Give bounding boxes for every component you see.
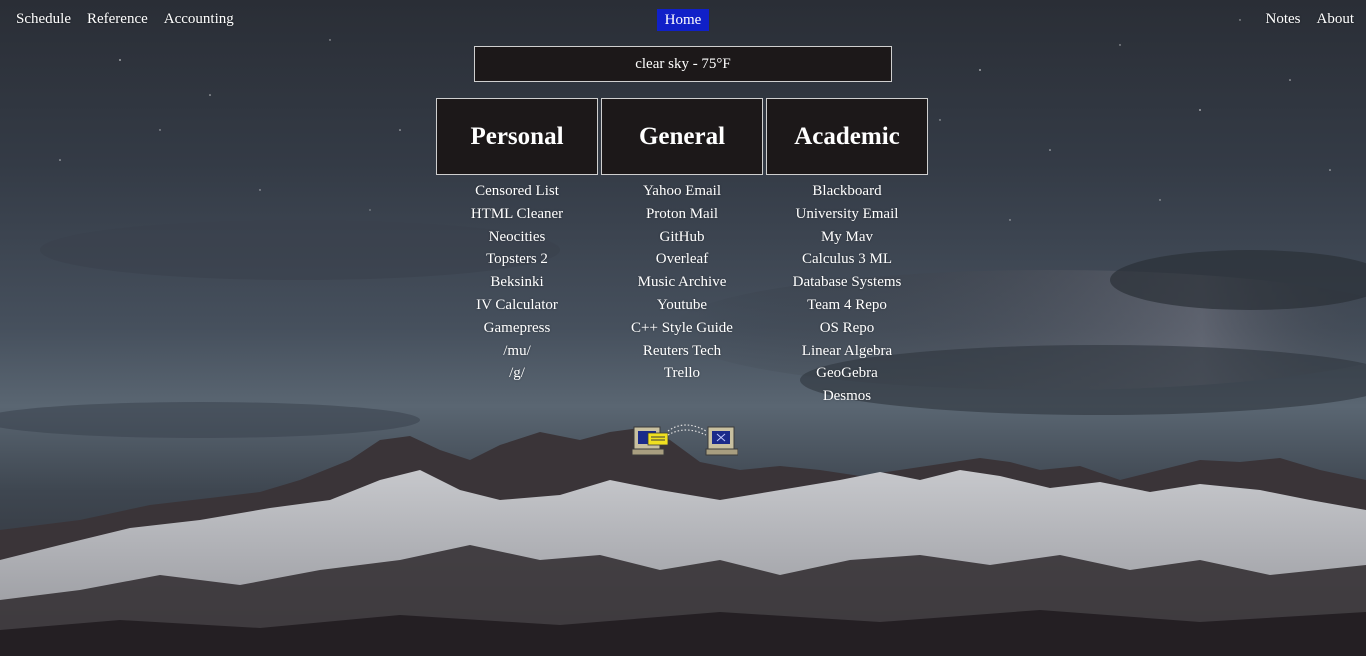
link-music-archive[interactable]: Music Archive <box>638 271 727 294</box>
link-html-cleaner[interactable]: HTML Cleaner <box>471 203 563 226</box>
column-links-academic: Blackboard University Email My Mav Calcu… <box>793 180 902 408</box>
link-blackboard[interactable]: Blackboard <box>812 180 881 203</box>
link-university-email[interactable]: University Email <box>796 203 899 226</box>
link-github[interactable]: GitHub <box>659 226 704 249</box>
column-general: General Yahoo Email Proton Mail GitHub O… <box>601 98 763 408</box>
link-iv-calculator[interactable]: IV Calculator <box>476 294 558 317</box>
link-neocities[interactable]: Neocities <box>489 226 546 249</box>
home-button[interactable]: Home <box>657 9 709 31</box>
link-overleaf[interactable]: Overleaf <box>656 248 708 271</box>
weather-display: clear sky - 75°F <box>474 46 892 82</box>
link-gamepress[interactable]: Gamepress <box>484 317 551 340</box>
nav-link-about[interactable]: About <box>1317 11 1355 28</box>
link-beksinki[interactable]: Beksinki <box>490 271 543 294</box>
link-my-mav[interactable]: My Mav <box>821 226 873 249</box>
column-header-general: General <box>601 98 763 175</box>
link-cpp-style-guide[interactable]: C++ Style Guide <box>631 317 733 340</box>
nav-link-accounting[interactable]: Accounting <box>164 11 234 28</box>
nav-left: Schedule Reference Accounting <box>16 11 234 28</box>
column-header-personal: Personal <box>436 98 598 175</box>
link-g[interactable]: /g/ <box>509 362 525 385</box>
link-calculus-3-ml[interactable]: Calculus 3 ML <box>802 248 892 271</box>
link-topsters-2[interactable]: Topsters 2 <box>486 248 548 271</box>
link-reuters-tech[interactable]: Reuters Tech <box>643 340 721 363</box>
column-academic: Academic Blackboard University Email My … <box>766 98 928 408</box>
nav-link-schedule[interactable]: Schedule <box>16 11 71 28</box>
link-columns: Personal Censored List HTML Cleaner Neoc… <box>436 98 928 408</box>
link-linear-algebra[interactable]: Linear Algebra <box>802 340 892 363</box>
link-yahoo-email[interactable]: Yahoo Email <box>643 180 721 203</box>
link-os-repo[interactable]: OS Repo <box>820 317 875 340</box>
nav-right: Notes About <box>1266 11 1355 28</box>
nav-link-reference[interactable]: Reference <box>87 11 148 28</box>
link-proton-mail[interactable]: Proton Mail <box>646 203 718 226</box>
column-links-personal: Censored List HTML Cleaner Neocities Top… <box>471 180 563 385</box>
link-team-4-repo[interactable]: Team 4 Repo <box>807 294 887 317</box>
nav-link-notes[interactable]: Notes <box>1266 11 1301 28</box>
link-desmos[interactable]: Desmos <box>823 385 871 408</box>
link-mu[interactable]: /mu/ <box>503 340 531 363</box>
link-database-systems[interactable]: Database Systems <box>793 271 902 294</box>
link-censored-list[interactable]: Censored List <box>475 180 559 203</box>
column-header-academic: Academic <box>766 98 928 175</box>
link-trello[interactable]: Trello <box>664 362 700 385</box>
link-youtube[interactable]: Youtube <box>657 294 707 317</box>
network-computers-icon <box>631 421 739 459</box>
column-links-general: Yahoo Email Proton Mail GitHub Overleaf … <box>631 180 733 385</box>
column-personal: Personal Censored List HTML Cleaner Neoc… <box>436 98 598 408</box>
link-geogebra[interactable]: GeoGebra <box>816 362 878 385</box>
